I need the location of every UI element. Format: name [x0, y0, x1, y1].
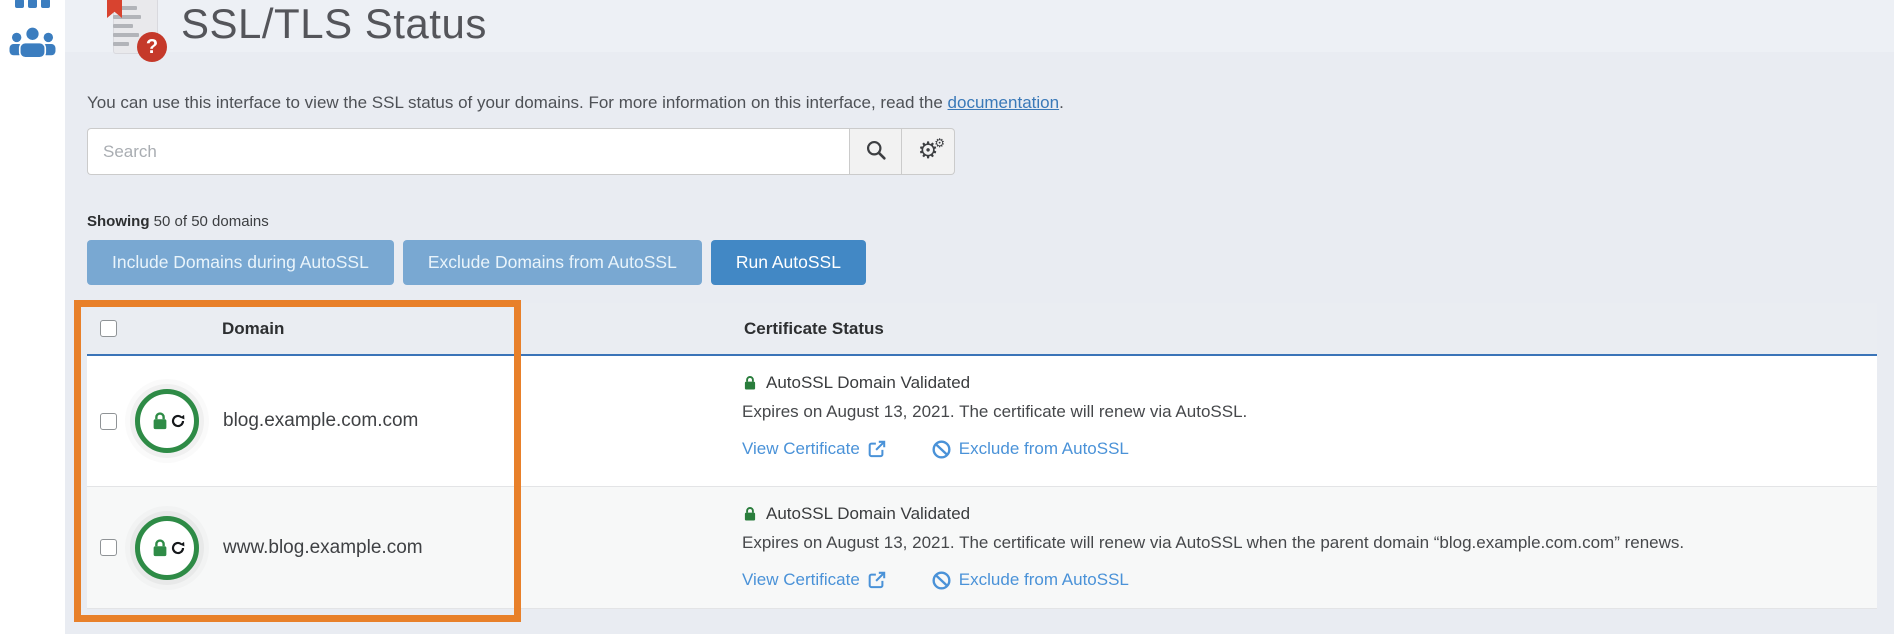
ssl-certificate-icon: ?	[105, 0, 167, 62]
documentation-link[interactable]: documentation	[948, 93, 1060, 112]
domain-cell: blog.example.com.com	[87, 356, 742, 486]
select-all-checkbox[interactable]	[100, 320, 117, 337]
summary-label: Showing	[87, 213, 150, 230]
table-row: www.blog.example.com AutoSSL Domain Vali…	[87, 487, 1877, 609]
search-settings-button[interactable]: ⚙ ⚙	[902, 128, 955, 175]
autossl-lock-badge-icon	[127, 381, 207, 461]
include-domains-button[interactable]: Include Domains during AutoSSL	[87, 240, 394, 285]
search-button[interactable]	[849, 128, 902, 175]
status-text: AutoSSL Domain Validated	[766, 373, 971, 392]
view-certificate-label: View Certificate	[742, 439, 860, 458]
exclude-from-autossl-link[interactable]: Exclude from AutoSSL	[932, 439, 1129, 459]
table-header-row: Domain Certificate Status	[87, 303, 1877, 356]
ban-icon	[932, 570, 951, 590]
domain-cell: www.blog.example.com	[87, 487, 742, 608]
autossl-lock-badge-icon	[127, 508, 207, 588]
search-input[interactable]	[87, 128, 849, 175]
search-group: ⚙ ⚙	[87, 128, 955, 175]
status-lock-icon	[744, 507, 756, 521]
expiry-text: Expires on August 13, 2021. The certific…	[742, 402, 1248, 421]
gear-small-icon: ⚙	[934, 136, 945, 150]
row-checkbox[interactable]	[100, 539, 117, 556]
users-group-icon[interactable]	[9, 26, 56, 64]
lock-icon	[153, 412, 166, 430]
status-lock-icon	[744, 376, 756, 390]
exclude-from-autossl-label: Exclude from AutoSSL	[958, 439, 1129, 458]
ban-icon	[932, 439, 951, 459]
search-icon	[865, 139, 887, 164]
table-row: blog.example.com.com AutoSSL Domain Vali…	[87, 356, 1877, 487]
run-autossl-button[interactable]: Run AutoSSL	[710, 240, 866, 285]
certificate-status-cell: AutoSSL Domain Validated Expires on Augu…	[742, 487, 1877, 608]
domains-table: Domain Certificate Status blog.example.c…	[87, 303, 1877, 609]
view-certificate-link[interactable]: View Certificate	[742, 570, 886, 590]
lock-icon	[153, 538, 166, 556]
domain-name: www.blog.example.com	[223, 536, 423, 558]
exclude-from-autossl-label: Exclude from AutoSSL	[958, 570, 1129, 589]
summary-count: 50 of 50 domains	[149, 213, 269, 230]
expiry-text: Expires on August 13, 2021. The certific…	[742, 533, 1685, 552]
intro-text: You can use this interface to view the S…	[87, 93, 1064, 113]
question-badge-icon: ?	[137, 32, 167, 62]
external-link-icon	[868, 571, 886, 589]
intro-before: You can use this interface to view the S…	[87, 93, 948, 112]
domain-column-header: Domain	[222, 318, 285, 338]
intro-after: .	[1059, 93, 1064, 112]
page-title: SSL/TLS Status	[181, 0, 487, 47]
view-certificate-label: View Certificate	[742, 570, 860, 589]
exclude-domains-button[interactable]: Exclude Domains from AutoSSL	[402, 240, 702, 285]
view-certificate-link[interactable]: View Certificate	[742, 439, 886, 459]
external-link-icon	[868, 440, 886, 458]
status-column-header: Certificate Status	[744, 318, 884, 338]
autossl-toolbar: Include Domains during AutoSSL Exclude D…	[87, 240, 866, 285]
sidebar	[0, 0, 65, 634]
status-text: AutoSSL Domain Validated	[766, 504, 971, 523]
ssl-tls-status-page: ? SSL/TLS Status You can use this interf…	[0, 0, 1894, 634]
apps-grid-icon[interactable]	[15, 0, 50, 8]
exclude-from-autossl-link[interactable]: Exclude from AutoSSL	[932, 570, 1129, 590]
renew-arrows-icon	[171, 414, 184, 428]
page-header: ? SSL/TLS Status	[105, 0, 487, 62]
renew-arrows-icon	[171, 541, 184, 554]
results-summary: Showing 50 of 50 domains	[87, 213, 269, 230]
row-checkbox[interactable]	[100, 412, 117, 430]
certificate-status-cell: AutoSSL Domain Validated Expires on Augu…	[742, 356, 1877, 486]
domain-name: blog.example.com.com	[223, 410, 419, 431]
